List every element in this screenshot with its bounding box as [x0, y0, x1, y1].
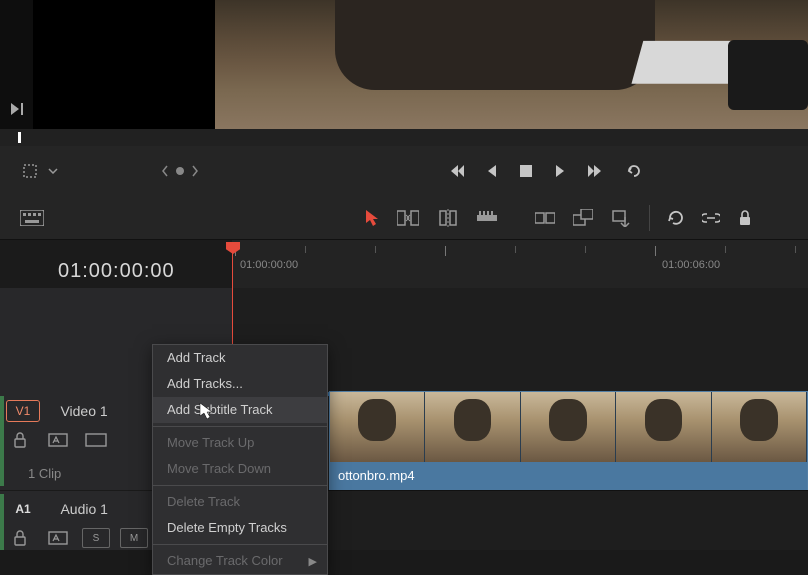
chevron-down-icon [48, 168, 58, 174]
timecode-value: 01:00:00:00 [58, 260, 175, 283]
jump-end-icon[interactable] [588, 164, 604, 178]
audio-track-name: Audio 1 [60, 501, 107, 517]
v1-badge[interactable]: V1 [6, 400, 40, 422]
blade-tool-icon[interactable] [437, 209, 459, 227]
clip-filename: ottonbro.mp4 [330, 462, 807, 491]
selection-tool-icon[interactable] [365, 209, 379, 227]
control-row-2 [0, 196, 808, 240]
trim-tool-icon[interactable] [397, 209, 419, 227]
track-visible-icon[interactable] [82, 430, 110, 450]
prev-icon[interactable] [161, 165, 169, 177]
crop-dropdown[interactable] [22, 163, 58, 179]
play-icon[interactable] [554, 164, 566, 178]
menu-item-add-tracks[interactable]: Add Tracks... [153, 371, 327, 397]
a1-badge[interactable]: A1 [6, 498, 40, 520]
timeline-panel: 01:00:00:00 01:00:00:00 01:00:06:00 V1 V… [0, 240, 808, 550]
lock-icon[interactable] [738, 210, 752, 226]
overwrite-tool-icon[interactable] [573, 209, 593, 227]
menu-item-add-subtitle-track[interactable]: Add Subtitle Track [153, 397, 327, 423]
keyboard-icon[interactable] [20, 210, 44, 226]
scrub-head[interactable] [18, 132, 21, 143]
clip-count-label: 1 Clip [28, 466, 61, 481]
viewer-sidebar [0, 0, 33, 129]
nav-dot[interactable] [176, 167, 184, 175]
menu-item-change-track-color: Change Track Color▶ [153, 548, 327, 574]
loop-icon[interactable] [626, 164, 644, 178]
timeline-ruler[interactable]: 01:00:00:00 01:00:06:00 [232, 240, 808, 288]
ruler-label: 01:00:00:00 [240, 259, 298, 271]
replace-tool-icon[interactable] [611, 209, 631, 227]
mute-toggle[interactable]: M [120, 528, 148, 548]
menu-item-add-track[interactable]: Add Track [153, 345, 327, 371]
menu-item-delete-track: Delete Track [153, 489, 327, 515]
link-icon[interactable] [702, 213, 720, 223]
ruler-label: 01:00:06:00 [662, 259, 720, 271]
audio-auto-icon[interactable] [44, 528, 72, 548]
skip-end-icon[interactable] [10, 102, 24, 116]
video-track-name: Video 1 [60, 403, 107, 419]
razor-tool-icon[interactable] [477, 211, 497, 225]
chevron-right-icon: ▶ [309, 553, 317, 571]
next-icon[interactable] [191, 165, 199, 177]
refresh-icon[interactable] [668, 210, 684, 226]
track-auto-icon[interactable] [44, 430, 72, 450]
menu-item-move-track-up: Move Track Up [153, 430, 327, 456]
solo-toggle[interactable]: S [82, 528, 110, 548]
audio-lock-icon[interactable] [6, 528, 34, 548]
scrub-bar[interactable] [0, 129, 808, 146]
menu-item-delete-empty-tracks[interactable]: Delete Empty Tracks [153, 515, 327, 541]
cursor-icon [199, 402, 213, 420]
video-clip[interactable]: ottonbro.mp4 [329, 391, 808, 491]
menu-item-move-track-down: Move Track Down [153, 456, 327, 482]
viewer-panel [0, 0, 808, 129]
control-row-1 [0, 146, 808, 196]
context-menu: Add TrackAdd Tracks...Add Subtitle Track… [152, 344, 328, 575]
stop-icon[interactable] [520, 165, 532, 177]
viewer-frame[interactable] [215, 0, 808, 129]
step-back-icon[interactable] [486, 164, 498, 178]
timecode-display[interactable]: 01:00:00:00 [0, 240, 232, 288]
jump-start-icon[interactable] [448, 164, 464, 178]
insert-tool-icon[interactable] [535, 209, 555, 227]
track-lock-icon[interactable] [6, 430, 34, 450]
